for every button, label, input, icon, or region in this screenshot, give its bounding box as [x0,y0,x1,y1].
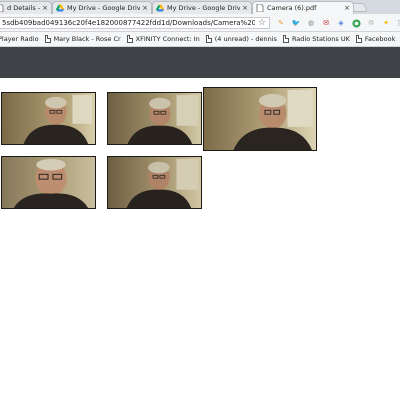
browser-toolbar: 5sdb409bad049136c20f4e182000877422fdd1d/… [0,14,400,32]
pdf-viewer-toolbar [0,47,400,78]
bookmark-unread[interactable]: (4 unread) - dennis [205,35,277,43]
webcam-photo-3 [203,87,317,151]
recycle-extension-icon[interactable]: ♲ [366,18,376,28]
pencil-extension-icon[interactable]: ✎ [276,18,286,28]
bookmark-xfinity[interactable]: XFINITY Connect: In [126,35,200,43]
webcam-photo-2 [107,92,202,145]
google-drive-icon [156,4,164,12]
bookmark-radio-stations-uk[interactable]: Radio Stations UK [282,35,350,43]
twitter-extension-icon[interactable]: 🐦 [291,18,301,28]
webcam-photo-1 [1,92,96,145]
tab-google-drive-2[interactable]: My Drive - Google Drive × [152,1,252,14]
chrome-web-store-icon[interactable] [351,18,361,28]
page-icon [205,35,212,43]
close-icon[interactable]: × [242,4,248,12]
url-text[interactable]: 5sdb409bad049136c20f4e182000877422fdd1d/… [2,19,255,27]
tab-title: Camera (6).pdf [267,4,317,12]
menu-icon[interactable]: ⋮ [394,18,400,28]
document-icon [0,4,4,12]
gmail-extension-icon[interactable]: ✉ [321,18,331,28]
page-icon [44,35,51,43]
webcam-photo-5 [107,156,202,209]
bookmark-label: Facebook [364,35,396,43]
keep-extension-icon[interactable]: ✦ [381,18,391,28]
bookmark-label: Radio Stations UK [291,35,350,43]
bookmark-label: Player Radio [0,35,39,43]
shield-extension-icon[interactable]: ◍ [306,18,316,28]
page-icon [126,35,133,43]
close-icon[interactable]: × [344,4,350,12]
bookmark-player-radio[interactable]: Player Radio [0,35,39,43]
bookmark-mary-black[interactable]: Mary Black - Rose Cr [44,35,121,43]
pdf-page-content [0,78,400,400]
close-icon[interactable]: × [142,4,148,12]
bookmark-label: Mary Black - Rose Cr [53,35,121,43]
bookmarks-bar: Player Radio Mary Black - Rose Cr XFINIT… [0,32,400,47]
tab-title: My Drive - Google Drive [67,4,141,12]
tab-strip: d Details - Yahoo × My Drive - Google Dr… [0,0,400,14]
google-drive-icon [56,4,64,12]
tab-camera-pdf[interactable]: Camera (6).pdf × [252,1,354,14]
address-bar[interactable]: 5sdb409bad049136c20f4e182000877422fdd1d/… [0,17,270,29]
page-icon [282,35,289,43]
bookmark-label: (4 unread) - dennis [214,35,277,43]
tab-title: d Details - Yahoo [7,4,41,12]
document-icon [256,4,264,12]
tag-extension-icon[interactable]: ◈ [336,18,346,28]
tab-google-drive-1[interactable]: My Drive - Google Drive × [52,1,152,14]
bookmark-facebook[interactable]: Facebook [355,35,396,43]
page-icon [355,35,362,43]
bookmark-star-icon[interactable]: ☆ [258,18,266,28]
tab-yahoo[interactable]: d Details - Yahoo × [0,1,52,14]
bookmark-label: XFINITY Connect: In [135,35,200,43]
webcam-photo-4 [1,156,96,209]
close-icon[interactable]: × [42,4,48,12]
tab-title: My Drive - Google Drive [167,4,241,12]
